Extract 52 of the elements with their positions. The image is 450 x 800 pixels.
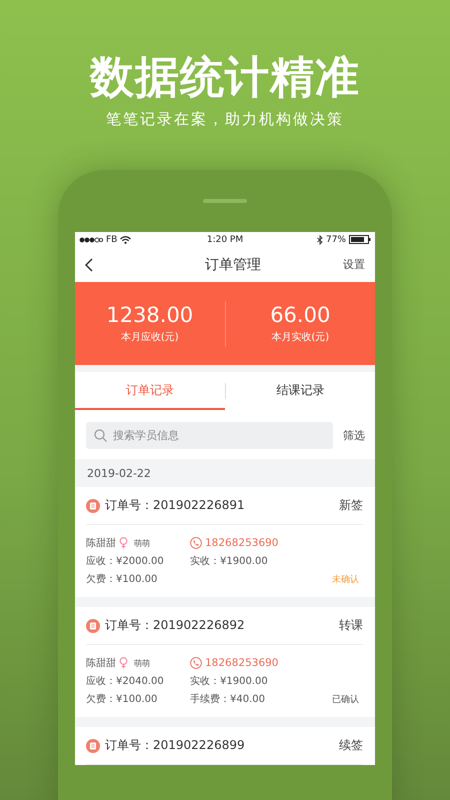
- status-time: 1:20 PM: [206, 234, 244, 244]
- order-type: 续签: [339, 737, 363, 754]
- arrears-amount: 欠费：¥100.00: [86, 572, 158, 586]
- subtitle: 笔笔记录在案，助力机构做决策: [106, 110, 344, 129]
- receivable-amount: 应收：¥2000.00: [86, 554, 165, 568]
- back-button[interactable]: [83, 256, 95, 274]
- stat-value: 1238.00: [106, 303, 194, 327]
- female-icon: [119, 657, 128, 669]
- receivable-amount: 应收：¥2040.00: [86, 674, 165, 688]
- female-icon: [119, 537, 128, 549]
- fee-amount: 手续费：¥40.00: [190, 692, 265, 706]
- battery-icon: [348, 235, 371, 244]
- received-amount: 实收：¥1900.00: [190, 674, 268, 688]
- arrears-amount: 欠费：¥100.00: [86, 692, 158, 706]
- stat-label: 本月应收(元): [120, 330, 179, 344]
- received-amount: 实收：¥1900.00: [190, 554, 268, 568]
- order-card[interactable]: 订单号：201902226899 续签: [75, 727, 375, 765]
- carrier-name: FB: [106, 234, 118, 244]
- tab[interactable]: 结课记录: [226, 372, 375, 410]
- search-field[interactable]: 搜索学员信息: [86, 422, 333, 449]
- filter-button[interactable]: 筛选: [343, 428, 365, 443]
- date-header: 2019-02-22: [86, 466, 152, 482]
- order-type: 转课: [339, 617, 363, 634]
- stat-value: 66.00: [270, 303, 330, 327]
- order-icon: [86, 618, 100, 632]
- order-number: 订单号：201902226899: [105, 737, 246, 754]
- student-name: 陈甜甜: [86, 656, 116, 670]
- phone-number: 18268253690: [205, 657, 278, 669]
- signal-icon: [79, 236, 103, 242]
- student-nickname: 萌萌: [134, 538, 150, 548]
- phone-number: 18268253690: [205, 537, 278, 549]
- order-type: 新签: [339, 497, 363, 514]
- order-icon: [86, 498, 100, 512]
- student-name: 陈甜甜: [86, 536, 116, 550]
- order-number: 订单号：201902226892: [105, 617, 246, 634]
- settings-button[interactable]: 设置: [343, 257, 365, 272]
- battery-percent: 77%: [326, 234, 346, 244]
- order-card[interactable]: 订单号：201902226891 新签 陈甜甜 萌萌 18268253690 应收：¥2000.00 实收：¥1900.00 欠费：¥100.00 未确认: [75, 487, 375, 597]
- order-icon: [86, 738, 100, 752]
- order-number: 订单号：201902226891: [105, 497, 246, 514]
- search-icon: [94, 429, 107, 442]
- bluetooth-icon: [316, 234, 323, 244]
- nav-title: 订单管理: [205, 256, 261, 274]
- order-card[interactable]: 订单号：201902226892 转课 陈甜甜 萌萌 18268253690 应收：¥2040.00 实收：¥1900.00 欠费：¥100.00 手续费：¥40.00 已确认: [75, 607, 375, 717]
- wifi-icon: [120, 236, 132, 244]
- headline: 数据统计精准: [90, 52, 360, 104]
- phone-icon: [190, 657, 202, 669]
- speaker-slot: [203, 199, 247, 203]
- back-icon: [85, 258, 93, 272]
- student-nickname: 萌萌: [134, 658, 150, 668]
- phone-icon: [190, 537, 202, 549]
- stat-label: 本月实收(元): [271, 330, 330, 344]
